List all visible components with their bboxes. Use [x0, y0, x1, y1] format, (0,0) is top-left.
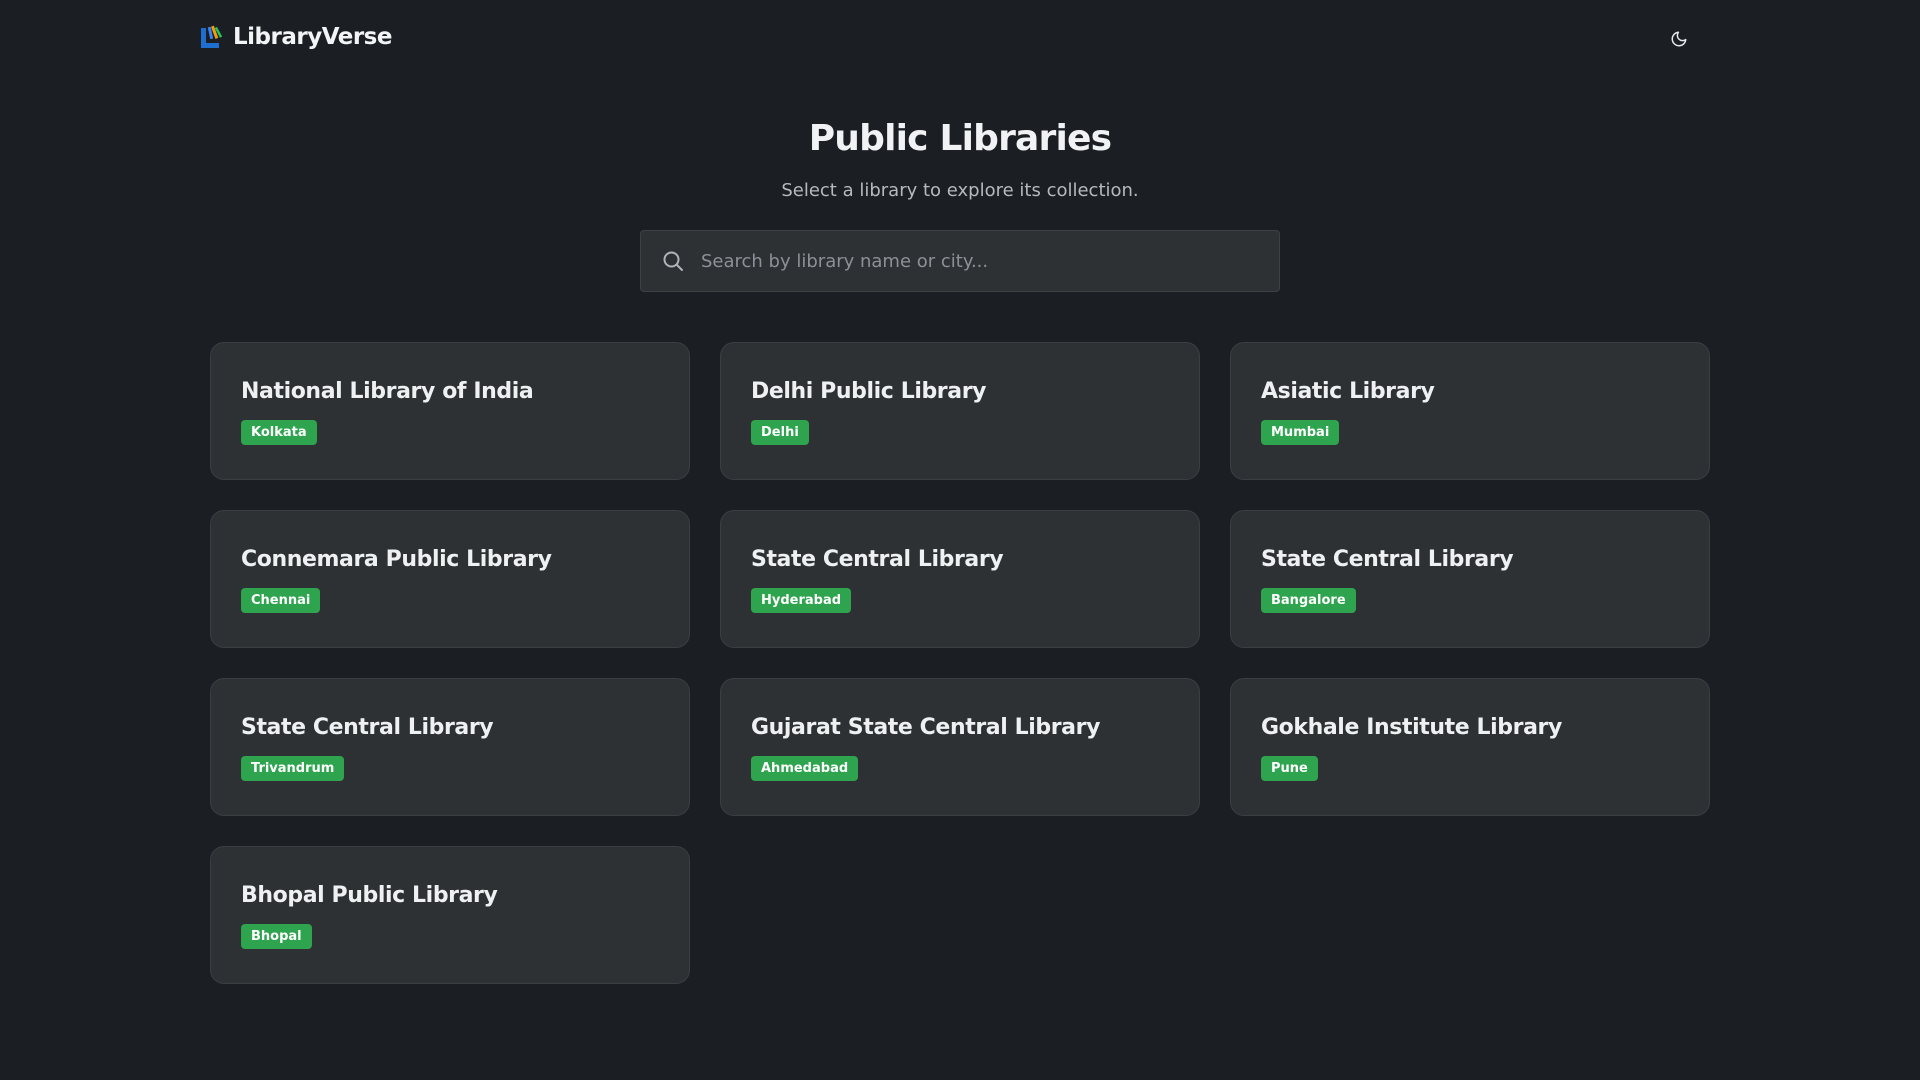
- city-badge: Hyderabad: [751, 588, 852, 613]
- city-badge: Delhi: [751, 420, 809, 445]
- library-card[interactable]: State Central Library Hyderabad: [720, 510, 1200, 648]
- library-logo-icon: [199, 24, 223, 50]
- theme-toggle-button[interactable]: [1664, 26, 1694, 56]
- city-badge: Bangalore: [1261, 588, 1356, 613]
- library-grid: National Library of India Kolkata Delhi …: [210, 342, 1710, 984]
- library-card[interactable]: Delhi Public Library Delhi: [720, 342, 1200, 480]
- library-card[interactable]: State Central Library Bangalore: [1230, 510, 1710, 648]
- library-name: Asiatic Library: [1261, 379, 1435, 404]
- city-badge: Trivandrum: [241, 756, 345, 781]
- library-card[interactable]: Bhopal Public Library Bhopal: [210, 846, 690, 984]
- top-navbar: LibraryVerse: [0, 0, 1920, 80]
- city-badge: Kolkata: [241, 420, 317, 445]
- city-badge: Chennai: [241, 588, 321, 613]
- library-card[interactable]: Gokhale Institute Library Pune: [1230, 678, 1710, 816]
- page-subtitle: Select a library to explore its collecti…: [781, 180, 1139, 201]
- city-badge: Ahmedabad: [751, 756, 859, 781]
- library-card[interactable]: Asiatic Library Mumbai: [1230, 342, 1710, 480]
- library-name: Gokhale Institute Library: [1261, 715, 1562, 740]
- library-card[interactable]: State Central Library Trivandrum: [210, 678, 690, 816]
- library-name: Gujarat State Central Library: [751, 715, 1101, 740]
- logo-text: LibraryVerse: [233, 24, 392, 50]
- library-name: State Central Library: [1261, 547, 1514, 572]
- library-card[interactable]: Connemara Public Library Chennai: [210, 510, 690, 648]
- library-name: National Library of India: [241, 379, 534, 404]
- logo[interactable]: LibraryVerse: [199, 24, 392, 50]
- search-bar: [640, 230, 1280, 292]
- library-card[interactable]: National Library of India Kolkata: [210, 342, 690, 480]
- city-badge: Pune: [1261, 756, 1318, 781]
- library-card[interactable]: Gujarat State Central Library Ahmedabad: [720, 678, 1200, 816]
- library-name: Connemara Public Library: [241, 547, 552, 572]
- search-icon: [661, 249, 685, 273]
- city-badge: Mumbai: [1261, 420, 1340, 445]
- moon-icon: [1670, 30, 1688, 52]
- library-name: Delhi Public Library: [751, 379, 987, 404]
- city-badge: Bhopal: [241, 924, 312, 949]
- library-name: State Central Library: [751, 547, 1004, 572]
- library-name: Bhopal Public Library: [241, 883, 498, 908]
- search-input[interactable]: [701, 231, 1279, 291]
- library-name: State Central Library: [241, 715, 494, 740]
- page-title: Public Libraries: [808, 118, 1112, 159]
